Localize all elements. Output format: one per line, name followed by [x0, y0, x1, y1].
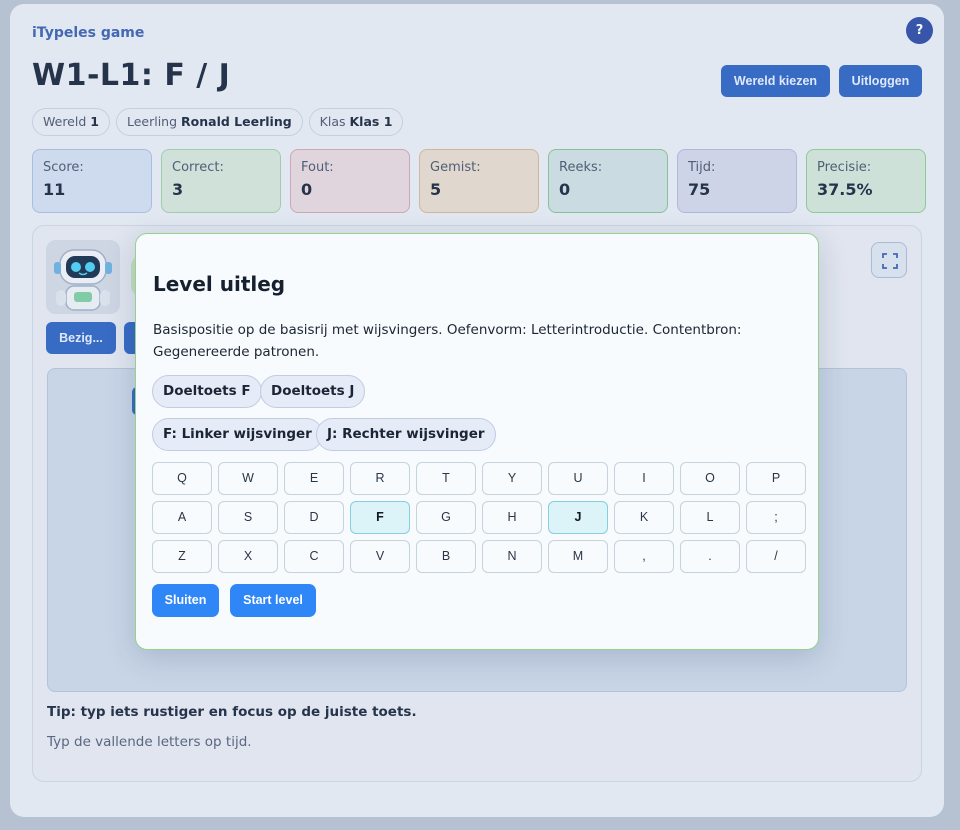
key-v: V: [350, 540, 410, 573]
target-key-j-pill: Doeltoets J: [260, 375, 366, 408]
key-m: M: [548, 540, 608, 573]
key-c: C: [284, 540, 344, 573]
keyboard-layout: Q W E R T Y U I O P A S D F G H J K L ; …: [152, 462, 806, 579]
key-y: Y: [482, 462, 542, 495]
key-u: U: [548, 462, 608, 495]
key-e: E: [284, 462, 344, 495]
modal-title: Level uitleg: [153, 272, 286, 296]
close-button[interactable]: Sluiten: [152, 584, 219, 617]
key-o: O: [680, 462, 740, 495]
key-b: B: [416, 540, 476, 573]
key-slash: /: [746, 540, 806, 573]
key-g: G: [416, 501, 476, 534]
target-key-f-pill: Doeltoets F: [152, 375, 262, 408]
key-l: L: [680, 501, 740, 534]
key-i: I: [614, 462, 674, 495]
key-h: H: [482, 501, 542, 534]
key-n: N: [482, 540, 542, 573]
key-z: Z: [152, 540, 212, 573]
key-k: K: [614, 501, 674, 534]
keyboard-row-bottom: Z X C V B N M , . /: [152, 540, 806, 573]
key-t: T: [416, 462, 476, 495]
key-d: D: [284, 501, 344, 534]
key-x: X: [218, 540, 278, 573]
key-j-target: J: [548, 501, 608, 534]
key-a: A: [152, 501, 212, 534]
key-comma: ,: [614, 540, 674, 573]
key-period: .: [680, 540, 740, 573]
level-explanation-modal: Level uitleg Basispositie op de basisrij…: [135, 233, 819, 650]
key-p: P: [746, 462, 806, 495]
finger-f-pill: F: Linker wijsvinger: [152, 418, 323, 451]
key-r: R: [350, 462, 410, 495]
key-semicolon: ;: [746, 501, 806, 534]
start-level-button[interactable]: Start level: [230, 584, 316, 617]
finger-j-pill: J: Rechter wijsvinger: [316, 418, 496, 451]
key-w: W: [218, 462, 278, 495]
modal-description: Basispositie op de basisrij met wijsving…: [153, 322, 742, 360]
key-q: Q: [152, 462, 212, 495]
keyboard-row-top: Q W E R T Y U I O P: [152, 462, 806, 495]
keyboard-row-home: A S D F G H J K L ;: [152, 501, 806, 534]
key-s: S: [218, 501, 278, 534]
key-f-target: F: [350, 501, 410, 534]
